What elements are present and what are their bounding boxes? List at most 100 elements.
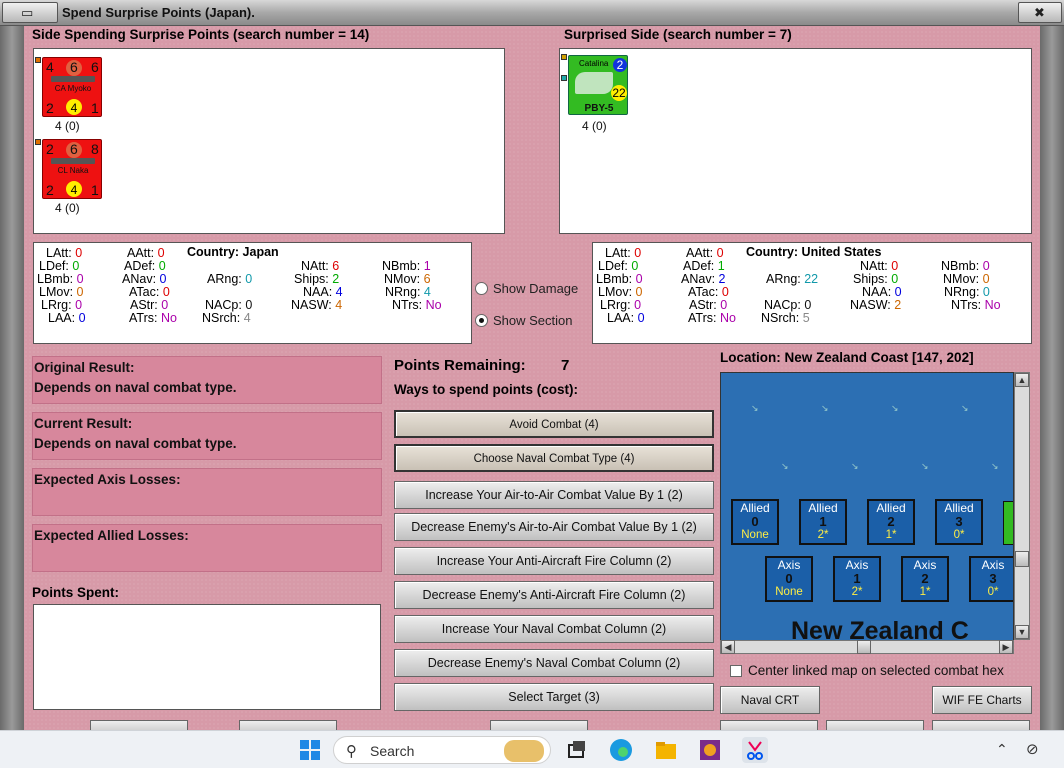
axis-box-2[interactable]: Axis 2 1* [901, 556, 949, 602]
allied-box-3[interactable]: Allied 3 0* [935, 499, 983, 545]
counter-tm: 6 [70, 141, 78, 157]
counter-tl: 4 [46, 59, 54, 75]
wave-icon: ↘ [891, 403, 899, 413]
allied-box-2[interactable]: Allied 2 1* [867, 499, 915, 545]
allied-losses-title: Expected Allied Losses: [34, 528, 189, 543]
scroll-down-icon[interactable]: ▼ [1015, 625, 1029, 639]
counter-bl: 2 [46, 182, 54, 198]
ship-silhouette-icon [51, 76, 95, 82]
map-unit-counter[interactable] [1003, 501, 1013, 545]
right-frame [1040, 26, 1064, 730]
taskbar-search[interactable]: ⚲ Search [333, 736, 551, 764]
scroll-thumb[interactable] [1015, 551, 1029, 567]
center-map-label: Center linked map on selected combat hex [748, 663, 1004, 678]
current-result-box: Current Result: Depends on naval combat … [32, 412, 382, 460]
japan-stats-panel: LAtt: 0 AAtt: 0 Country: Japan LDef: 0 A… [33, 242, 472, 344]
stat-nsrch: NSrch: 5 [761, 311, 810, 325]
window-title: Spend Surprise Points (Japan). [62, 5, 255, 20]
choose-naval-combat-type-button[interactable]: Choose Naval Combat Type (4) [394, 444, 714, 472]
edge-browser-icon[interactable] [608, 737, 634, 763]
stat-nasw: NASW: 2 [850, 298, 902, 312]
points-spent-title: Points Spent: [32, 585, 119, 600]
wave-icon: ↘ [751, 403, 759, 413]
wif-fe-charts-button[interactable]: WIF FE Charts [932, 686, 1032, 714]
unit-counter-pby-5[interactable]: Catalina 2 22 PBY-5 [568, 55, 628, 115]
wave-icon: ↘ [781, 461, 789, 471]
counter-name: CL Naka [57, 166, 89, 175]
title-bar: ▭ Spend Surprise Points (Japan). ✖ [0, 0, 1064, 26]
axis-losses-title: Expected Axis Losses: [34, 472, 181, 487]
windows-start-icon[interactable] [297, 737, 323, 763]
decrease-naval-column-button[interactable]: Decrease Enemy's Naval Combat Column (2) [394, 649, 714, 677]
search-label: Search [370, 743, 415, 759]
spending-units-panel: 4 6 6 CA Myoko 2 4 1 4 (0) 2 6 8 CL Naka… [33, 48, 505, 234]
allied-losses-box: Expected Allied Losses: [32, 524, 382, 572]
show-section-label: Show Section [493, 313, 573, 328]
map-horizontal-scrollbar[interactable]: ◀ ▶ [720, 640, 1014, 654]
network-off-icon[interactable]: ⊘ [1026, 740, 1039, 758]
counter-value: 22 [611, 85, 627, 101]
counter-br: 1 [91, 182, 99, 198]
axis-box-0[interactable]: Axis 0 None [765, 556, 813, 602]
unit-marker-icon [35, 139, 41, 145]
unit-marker-icon [561, 54, 567, 60]
scroll-left-icon[interactable]: ◀ [721, 640, 735, 654]
country-label: Country: United States [746, 245, 882, 259]
increase-air-to-air-button[interactable]: Increase Your Air-to-Air Combat Value By… [394, 481, 714, 509]
decrease-aa-fire-button[interactable]: Decrease Enemy's Anti-Aircraft Fire Colu… [394, 581, 714, 609]
search-icon: ⚲ [346, 743, 357, 760]
task-view-icon[interactable] [564, 737, 590, 763]
snipping-tool-icon[interactable] [742, 737, 768, 763]
counter-caption: 4 (0) [55, 201, 80, 215]
counter-bm: 4 [70, 101, 78, 115]
scroll-thumb[interactable] [857, 640, 871, 654]
select-target-button[interactable]: Select Target (3) [394, 683, 714, 711]
window-menu-button[interactable]: ▭ [2, 2, 58, 23]
increase-aa-fire-button[interactable]: Increase Your Anti-Aircraft Fire Column … [394, 547, 714, 575]
plane-silhouette-icon [575, 72, 613, 94]
scroll-up-icon[interactable]: ▲ [1015, 373, 1029, 387]
close-button[interactable]: ✖ [1018, 2, 1062, 23]
dialog-client: Side Spending Surprise Points (search nu… [24, 26, 1040, 732]
counter-range: 2 [613, 58, 627, 72]
naval-crt-button[interactable]: Naval CRT [720, 686, 820, 714]
window-menu-icon: ▭ [21, 5, 34, 20]
unit-counter-cl-naka[interactable]: 2 6 8 CL Naka 2 4 1 [42, 139, 102, 199]
allied-box-1[interactable]: Allied 1 2* [799, 499, 847, 545]
center-map-checkbox[interactable] [730, 665, 742, 677]
counter-tl: 2 [46, 141, 54, 157]
show-section-radio[interactable] [475, 314, 488, 327]
counter-bm: 4 [70, 183, 78, 197]
counter-caption: 4 (0) [582, 119, 607, 133]
close-icon: ✖ [1034, 5, 1045, 20]
country-label: Country: Japan [187, 245, 279, 259]
points-spent-list[interactable] [33, 604, 381, 710]
wave-icon: ↘ [921, 461, 929, 471]
stat-laa: LAA: 0 [48, 311, 86, 325]
game-app-icon[interactable] [697, 737, 723, 763]
map-view[interactable]: ↘ ↘ ↘ ↘ ↘ ↘ ↘ ↘ Allied 0 None Allied 1 2* Al… [720, 372, 1014, 652]
decrease-air-to-air-button[interactable]: Decrease Enemy's Air-to-Air Combat Value… [394, 513, 714, 541]
counter-caption: 4 (0) [55, 119, 80, 133]
scroll-right-icon[interactable]: ▶ [999, 640, 1013, 654]
unit-counter-ca-myoko[interactable]: 4 6 6 CA Myoko 2 4 1 [42, 57, 102, 117]
spending-side-header: Side Spending Surprise Points (search nu… [32, 27, 370, 42]
stat-atrs: ATrs: No [688, 311, 736, 325]
avoid-combat-button[interactable]: Avoid Combat (4) [394, 410, 714, 438]
wave-icon: ↘ [821, 403, 829, 413]
current-result-title: Current Result: [34, 416, 133, 431]
axis-box-3[interactable]: Axis 3 0* [969, 556, 1013, 602]
axis-box-1[interactable]: Axis 1 2* [833, 556, 881, 602]
chevron-up-icon[interactable]: ⌃ [996, 741, 1008, 758]
allied-box-0[interactable]: Allied 0 None [731, 499, 779, 545]
wave-icon: ↘ [961, 403, 969, 413]
counter-tr: 8 [91, 141, 99, 157]
wave-icon: ↘ [991, 461, 999, 471]
show-damage-radio[interactable] [475, 282, 488, 295]
map-vertical-scrollbar[interactable]: ▲ ▼ [1014, 372, 1030, 640]
points-remaining-value: 7 [561, 357, 570, 374]
stat-ntrs: NTrs: No [951, 298, 1001, 312]
current-result-value: Depends on naval combat type. [34, 436, 237, 451]
increase-naval-column-button[interactable]: Increase Your Naval Combat Column (2) [394, 615, 714, 643]
file-explorer-icon[interactable] [653, 737, 679, 763]
